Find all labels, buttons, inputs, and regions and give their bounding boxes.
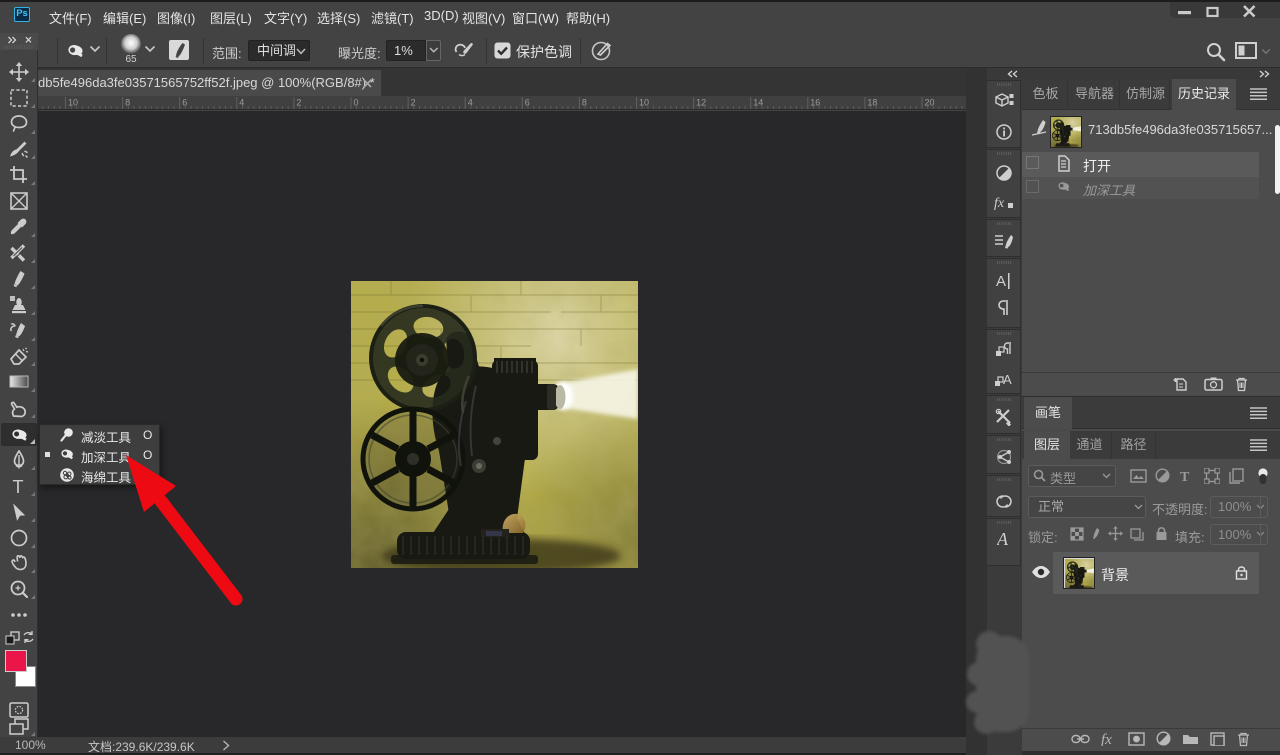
- svg-text:2: 2: [411, 98, 416, 108]
- svg-text:A: A: [996, 273, 1006, 290]
- svg-text:20: 20: [925, 98, 935, 108]
- svg-text:T: T: [1180, 470, 1190, 482]
- svg-text:10: 10: [68, 98, 78, 108]
- svg-text:6: 6: [182, 98, 187, 108]
- svg-text:A: A: [997, 530, 1009, 549]
- svg-text:fx: fx: [994, 196, 1005, 211]
- svg-text:18: 18: [867, 98, 877, 108]
- svg-text:4: 4: [468, 98, 473, 108]
- svg-text:A: A: [1003, 372, 1012, 387]
- svg-text:6: 6: [525, 98, 530, 108]
- svg-text:16: 16: [810, 98, 820, 108]
- svg-text:T: T: [13, 477, 24, 496]
- svg-text:14: 14: [753, 98, 763, 108]
- svg-text:8: 8: [582, 98, 587, 108]
- svg-text:10: 10: [639, 98, 649, 108]
- svg-text:0: 0: [354, 98, 359, 108]
- svg-text:4: 4: [239, 98, 244, 108]
- svg-text:8: 8: [125, 98, 130, 108]
- svg-text:fx: fx: [1101, 732, 1112, 746]
- svg-text:12: 12: [696, 98, 706, 108]
- svg-text:2: 2: [296, 98, 301, 108]
